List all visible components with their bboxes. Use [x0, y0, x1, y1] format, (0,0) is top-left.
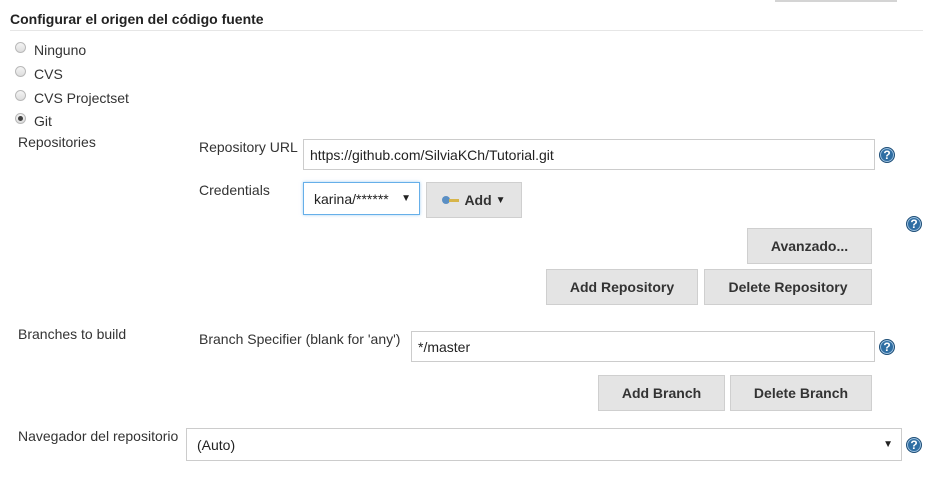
caret-down-icon: ▼	[495, 194, 506, 206]
credentials-label: Credentials	[199, 182, 270, 198]
radio-cvs[interactable]	[15, 65, 26, 77]
help-icon[interactable]: ?	[906, 216, 922, 232]
radio-cvs-projectset[interactable]	[15, 89, 26, 101]
scm-option-ninguno[interactable]: Ninguno	[15, 41, 86, 59]
advanced-button[interactable]: Avanzado...	[747, 228, 872, 264]
scm-option-cvs[interactable]: CVS	[15, 65, 63, 83]
repository-browser-value: (Auto)	[197, 436, 236, 453]
scm-option-cvs-projectset[interactable]: CVS Projectset	[15, 89, 129, 107]
credentials-value: karina/******	[314, 190, 389, 207]
title-divider	[10, 30, 923, 31]
help-icon[interactable]: ?	[879, 339, 895, 355]
branch-specifier-input[interactable]: */master	[411, 331, 875, 362]
repositories-label: Repositories	[18, 134, 96, 150]
branch-specifier-label: Branch Specifier (blank for 'any')	[199, 331, 401, 347]
scm-option-label: Git	[34, 113, 52, 129]
caret-down-icon: ▼	[401, 193, 411, 204]
branches-label: Branches to build	[18, 326, 127, 342]
radio-ninguno[interactable]	[15, 41, 26, 53]
repository-browser-select[interactable]: (Auto) ▼	[186, 428, 902, 461]
delete-branch-button[interactable]: Delete Branch	[730, 375, 872, 411]
key-icon	[442, 196, 460, 204]
help-icon[interactable]: ?	[879, 147, 895, 163]
add-branch-button[interactable]: Add Branch	[598, 375, 725, 411]
delete-repository-button[interactable]: Delete Repository	[704, 269, 872, 305]
add-credentials-label: Add	[464, 192, 492, 208]
section-title: Configurar el origen del código fuente	[10, 11, 264, 27]
scm-option-git[interactable]: Git	[15, 112, 52, 130]
add-credentials-button[interactable]: Add ▼	[426, 182, 522, 218]
help-icon[interactable]: ?	[906, 437, 922, 453]
credentials-select[interactable]: karina/****** ▼	[303, 182, 420, 215]
scm-option-label: CVS Projectset	[34, 90, 129, 106]
repository-browser-label: Navegador del repositorio	[18, 428, 179, 444]
repository-url-label: Repository URL	[199, 139, 298, 155]
radio-git[interactable]	[15, 112, 26, 124]
caret-down-icon: ▼	[883, 439, 893, 450]
repository-url-input[interactable]: https://github.com/SilviaKCh/Tutorial.gi…	[303, 139, 875, 170]
add-repository-button[interactable]: Add Repository	[546, 269, 698, 305]
top-edge-bar	[775, 0, 897, 2]
scm-option-label: Ninguno	[34, 42, 87, 58]
scm-option-label: CVS	[34, 66, 63, 82]
